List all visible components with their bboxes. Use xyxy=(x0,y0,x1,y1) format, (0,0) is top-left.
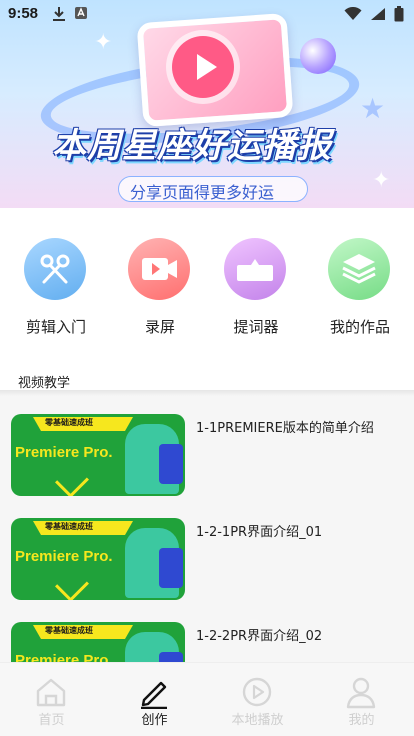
video-list-item[interactable]: 零基础速成班 Premiere Pro. 1-2-2PR界面介绍_02 xyxy=(0,604,414,662)
tab-profile[interactable]: 我的 xyxy=(310,663,413,736)
tab-home[interactable]: 首页 xyxy=(0,663,103,736)
status-time: 9:58 xyxy=(8,5,39,22)
app-notification-icon xyxy=(75,7,87,19)
video-title: 1-2-1PR界面介绍_01 xyxy=(196,525,323,540)
download-icon xyxy=(53,7,65,21)
video-list-item[interactable]: 零基础速成班 Premiere Pro. 1-2-1PR界面介绍_01 xyxy=(0,500,414,604)
tab-label: 我的 xyxy=(348,713,375,728)
video-thumbnail: 零基础速成班 Premiere Pro. xyxy=(11,518,185,600)
layers-icon xyxy=(328,238,390,300)
promo-banner[interactable]: 9:58 ✦ ★ ✦ 本周星座好运播报 分享页面得更多好运 xyxy=(0,0,414,208)
sparkle-icon: ✦ xyxy=(94,30,113,55)
action-teleprompter[interactable]: 提词器 xyxy=(206,238,306,338)
video-camera-icon xyxy=(128,238,190,300)
banner-orb-decoration xyxy=(300,38,336,74)
tab-label: 创作 xyxy=(141,713,168,728)
signal-icon xyxy=(371,8,385,20)
play-circle-icon xyxy=(242,677,272,707)
teleprompter-icon xyxy=(224,238,286,300)
action-label: 剪辑入门 xyxy=(25,318,86,336)
pen-icon xyxy=(141,681,167,709)
banner-play-icon xyxy=(172,36,234,98)
thumbnail-badge: 零基础速成班 xyxy=(45,522,93,531)
action-screen-record[interactable]: 录屏 xyxy=(110,238,210,338)
thumbnail-badge: 零基础速成班 xyxy=(45,418,93,427)
home-icon xyxy=(36,678,66,707)
action-label: 提词器 xyxy=(233,318,279,336)
video-list[interactable]: 零基础速成班 Premiere Pro. 1-1PREMIERE版本的简单介绍 … xyxy=(0,396,414,662)
tab-create[interactable]: 创作 xyxy=(103,663,206,736)
wifi-icon xyxy=(344,7,362,20)
sparkle-icon: ★ xyxy=(360,92,386,125)
tab-label: 本地播放 xyxy=(231,713,284,728)
screen: 9:58 ✦ ★ ✦ 本周星座好运播报 分享页面得更多好运 剪辑入门 录屏 提词… xyxy=(0,0,414,736)
action-label: 录屏 xyxy=(144,318,175,336)
battery-icon xyxy=(394,6,404,22)
video-thumbnail: 零基础速成班 Premiere Pro. xyxy=(11,414,185,496)
user-icon xyxy=(346,677,376,709)
banner-title: 本周星座好运播报 xyxy=(52,126,332,166)
thumbnail-title: Premiere Pro. xyxy=(15,444,113,461)
sparkle-icon: ✦ xyxy=(372,168,391,193)
bottom-tab-bar: 首页 创作 本地播放 我的 xyxy=(0,662,414,736)
banner-subtitle: 分享页面得更多好运 xyxy=(130,183,275,202)
video-list-item[interactable]: 零基础速成班 Premiere Pro. 1-1PREMIERE版本的简单介绍 xyxy=(0,396,414,500)
status-bar: 9:58 xyxy=(0,0,414,28)
thumbnail-badge: 零基础速成班 xyxy=(45,626,93,635)
thumbnail-title: Premiere Pro. xyxy=(15,548,113,565)
action-label: 我的作品 xyxy=(329,318,390,336)
thumbnail-title: Premiere Pro. xyxy=(15,652,113,662)
action-editing-intro[interactable]: 剪辑入门 xyxy=(6,238,106,338)
video-title: 1-1PREMIERE版本的简单介绍 xyxy=(196,421,374,436)
tab-label: 首页 xyxy=(38,713,65,728)
video-title: 1-2-2PR界面介绍_02 xyxy=(196,629,323,644)
scissors-icon xyxy=(24,238,86,300)
tab-local-play[interactable]: 本地播放 xyxy=(206,663,309,736)
video-thumbnail: 零基础速成班 Premiere Pro. xyxy=(11,622,185,662)
section-title: 视频教学 xyxy=(18,376,71,391)
action-my-works[interactable]: 我的作品 xyxy=(310,238,410,338)
quick-actions: 剪辑入门 录屏 提词器 我的作品 xyxy=(0,208,414,358)
